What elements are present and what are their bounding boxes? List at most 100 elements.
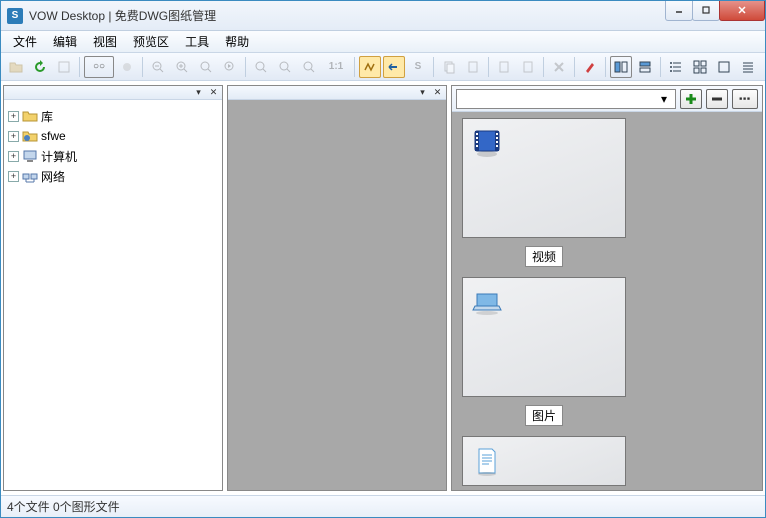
dropdown-icon[interactable]: ▾	[193, 87, 204, 98]
zoom-actual-icon[interactable]	[298, 56, 320, 78]
toggle-arrow-icon[interactable]	[383, 56, 405, 78]
menu-view[interactable]: 视图	[85, 31, 125, 52]
add-button[interactable]	[680, 89, 702, 109]
zoom-out-icon[interactable]	[147, 56, 169, 78]
window-title: VOW Desktop | 免费DWG图纸管理	[29, 7, 666, 24]
thumbnail-item[interactable]: 图片	[462, 277, 626, 426]
open-icon[interactable]	[5, 56, 27, 78]
tree-node[interactable]: + 库	[8, 106, 218, 126]
delete-icon[interactable]	[548, 56, 570, 78]
paste2-icon[interactable]	[517, 56, 539, 78]
layout-b-icon[interactable]	[634, 56, 656, 78]
zoom-left-icon[interactable]	[219, 56, 241, 78]
tree-node[interactable]: + 网络	[8, 166, 218, 186]
preview-panel: ▾ ✕	[227, 85, 447, 491]
close-button[interactable]	[719, 1, 765, 21]
separator	[245, 57, 246, 77]
content-area: ▾ ✕ + 库 + sfwe + 计算机	[1, 81, 765, 495]
separator	[660, 57, 661, 77]
more-button[interactable]	[732, 89, 758, 109]
thumbnail-box	[462, 277, 626, 397]
tree-label: 计算机	[41, 148, 77, 165]
copy-icon[interactable]	[438, 56, 460, 78]
separator	[605, 57, 606, 77]
computer-icon	[22, 148, 38, 164]
folder-tree[interactable]: + 库 + sfwe + 计算机 + 网络	[4, 100, 222, 490]
status-text: 4个文件 0个图形文件	[7, 498, 120, 515]
paste-icon[interactable]	[493, 56, 515, 78]
separator	[433, 57, 434, 77]
menu-file[interactable]: 文件	[5, 31, 45, 52]
refresh-icon[interactable]	[29, 56, 51, 78]
grid-large-icon[interactable]	[713, 56, 735, 78]
folder-icon	[22, 108, 38, 124]
zoom-refresh-icon[interactable]	[195, 56, 217, 78]
layout-a-icon[interactable]	[610, 56, 632, 78]
dropdown-icon[interactable]: ▾	[417, 87, 428, 98]
menu-help[interactable]: 帮助	[217, 31, 257, 52]
expander-icon[interactable]: +	[8, 171, 19, 182]
expander-icon[interactable]: +	[8, 111, 19, 122]
toggle-zigzag-icon[interactable]	[359, 56, 381, 78]
ratio-label[interactable]: 1:1	[322, 56, 350, 78]
network-icon	[22, 168, 38, 184]
thumbnail-label: 视频	[525, 246, 563, 267]
thumbnail-box	[462, 436, 626, 486]
menu-tools[interactable]: 工具	[177, 31, 217, 52]
separator	[79, 57, 80, 77]
thumbnail-box	[462, 118, 626, 238]
separator	[354, 57, 355, 77]
separator	[543, 57, 544, 77]
main-window: S VOW Desktop | 免费DWG图纸管理 文件 编辑 视图 预览区 工…	[0, 0, 766, 518]
zoom-fit-icon[interactable]	[53, 56, 75, 78]
minimize-button[interactable]	[665, 1, 693, 21]
tree-node[interactable]: + sfwe	[8, 126, 218, 146]
filter-combo[interactable]: ▾	[456, 89, 676, 109]
menu-edit[interactable]: 编辑	[45, 31, 85, 52]
expander-icon[interactable]: +	[8, 151, 19, 162]
tree-label: 库	[41, 108, 53, 125]
tree-label: 网络	[41, 168, 65, 185]
video-icon	[471, 127, 503, 159]
document-icon	[471, 445, 503, 477]
separator	[142, 57, 143, 77]
preview-area	[228, 100, 446, 490]
thumbnail-item[interactable]	[462, 436, 626, 486]
zoom-in-icon[interactable]	[171, 56, 193, 78]
toggle-oo-icon[interactable]: ○○	[84, 56, 114, 78]
clipboard-icon[interactable]	[462, 56, 484, 78]
zoom-extent-icon[interactable]	[274, 56, 296, 78]
close-panel-icon[interactable]: ✕	[432, 87, 443, 98]
separator	[488, 57, 489, 77]
remove-button[interactable]	[706, 89, 728, 109]
preview-panel-header: ▾ ✕	[228, 86, 446, 100]
chevron-down-icon[interactable]: ▾	[657, 91, 671, 107]
toolbar: ○○ 1:1 S	[1, 53, 765, 81]
window-controls	[666, 1, 765, 21]
zoom-reset-icon[interactable]	[250, 56, 272, 78]
laptop-icon	[471, 286, 503, 318]
app-icon: S	[7, 8, 23, 24]
titlebar: S VOW Desktop | 免费DWG图纸管理	[1, 1, 765, 31]
menu-preview[interactable]: 预览区	[125, 31, 177, 52]
grid-small-icon[interactable]	[689, 56, 711, 78]
thumbnail-grid[interactable]: 视频 图片	[452, 112, 762, 490]
brush-icon[interactable]	[579, 56, 601, 78]
statusbar: 4个文件 0个图形文件	[1, 495, 765, 517]
list-icon[interactable]	[665, 56, 687, 78]
thumbnail-toolbar: ▾	[452, 86, 762, 112]
tree-label: sfwe	[41, 129, 66, 143]
tree-panel-header: ▾ ✕	[4, 86, 222, 100]
unknown-icon[interactable]	[116, 56, 138, 78]
details-icon[interactable]	[737, 56, 759, 78]
menubar: 文件 编辑 视图 预览区 工具 帮助	[1, 31, 765, 53]
folder-icon	[22, 128, 38, 144]
close-panel-icon[interactable]: ✕	[208, 87, 219, 98]
tree-panel: ▾ ✕ + 库 + sfwe + 计算机	[3, 85, 223, 491]
tree-node[interactable]: + 计算机	[8, 146, 218, 166]
thumbnail-item[interactable]: 视频	[462, 118, 626, 267]
expander-icon[interactable]: +	[8, 131, 19, 142]
s-icon[interactable]: S	[407, 56, 429, 78]
maximize-button[interactable]	[692, 1, 720, 21]
separator	[574, 57, 575, 77]
